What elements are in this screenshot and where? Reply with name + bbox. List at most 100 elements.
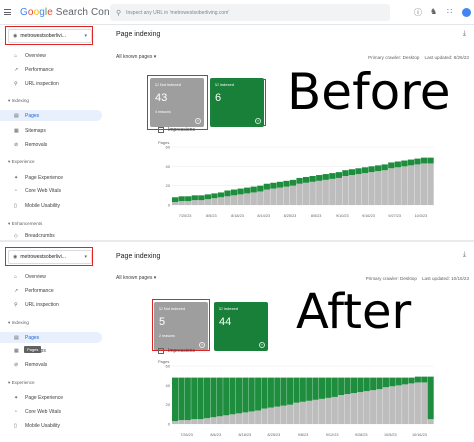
nav-pages[interactable]: ▤ Pages: [0, 110, 102, 121]
nav-label: URL inspection: [25, 301, 59, 308]
bar-segment: [263, 183, 270, 190]
nav-label: Overview: [25, 52, 46, 59]
nav-overview[interactable]: ⌂ Overview: [0, 271, 102, 282]
nav-label: URL inspection: [25, 80, 59, 87]
nav-page-experience[interactable]: ✦ Page Experience: [0, 392, 102, 403]
home-icon: ⌂: [14, 273, 18, 280]
y-tick-label: 60: [166, 364, 171, 369]
section-header[interactable]: ▾ Indexing: [8, 98, 29, 104]
bar-segment: [408, 383, 415, 424]
bar-segment: [370, 377, 377, 391]
highlight-box: [152, 299, 210, 351]
nav-pages[interactable]: ▤ Pages: [0, 332, 102, 343]
section-title: Enhancements: [11, 221, 43, 226]
x-tick-label: 9/10/23: [336, 214, 349, 218]
section-title: Indexing: [11, 98, 29, 103]
apps-grid-icon[interactable]: ∷: [447, 7, 452, 16]
search-placeholder: Inspect any URL in 'metrowestsoberliving…: [126, 9, 230, 16]
section-header[interactable]: ▾ Experience: [8, 159, 35, 165]
nav-mobile-usability[interactable]: ▯ Mobile Usability: [0, 420, 102, 431]
bar-segment: [255, 410, 262, 424]
nav-label: Pages: [25, 334, 40, 341]
bar-segment: [280, 377, 287, 406]
section-header[interactable]: ▾ Experience: [8, 380, 35, 386]
card-label: ☑ Indexed: [219, 306, 238, 311]
impressions-toggle[interactable]: Impressions: [158, 127, 195, 133]
breadcrumb-icon: ◇: [14, 232, 18, 239]
bar-segment: [421, 376, 428, 383]
bar-segment: [178, 377, 185, 421]
overlay-label: After: [296, 284, 412, 340]
bar-segment: [414, 382, 421, 424]
nav-label: Overview: [25, 273, 46, 280]
bar-segment: [350, 377, 358, 394]
bar-segment: [414, 164, 421, 205]
bar-segment: [178, 201, 185, 205]
x-tick-label: 9/16/23: [362, 214, 375, 218]
avatar[interactable]: [462, 8, 471, 17]
nav-removals[interactable]: ⊘ Removals: [0, 359, 102, 370]
bar-segment: [237, 194, 244, 205]
bar-segment: [184, 420, 191, 424]
bar-segment: [257, 191, 264, 205]
impressions-toggle[interactable]: Impressions: [158, 348, 195, 354]
nav-removals[interactable]: ⊘ Removals: [0, 139, 102, 150]
bar-segment: [283, 180, 290, 187]
bar-segment: [421, 382, 428, 424]
crawler-text: Primary crawler: Desktop: [365, 276, 417, 281]
nav-core-web-vitals[interactable]: ◔ Core Web Vitals: [0, 406, 102, 417]
nav-mobile-usability[interactable]: ▯ Mobile Usability: [0, 200, 102, 211]
section-header[interactable]: ▾ Indexing: [8, 320, 29, 326]
card-value: 44: [219, 316, 232, 328]
checkbox[interactable]: [158, 348, 164, 354]
nav-url-inspection[interactable]: ⚲ URL inspection: [0, 299, 102, 310]
nav-sitemaps[interactable]: ▦Sitemaps: [0, 345, 102, 356]
users-icon[interactable]: ♞: [430, 7, 437, 16]
gauge-icon: ◔: [14, 187, 18, 194]
nav-sitemaps[interactable]: ▦Sitemaps: [0, 125, 102, 136]
x-tick-label: 8/5/23: [311, 214, 322, 218]
screenshot-root: { "app": { "logo_parts": ["G","o","o","g…: [0, 0, 474, 442]
pages-icon: ▤: [14, 334, 19, 341]
menu-icon[interactable]: [4, 9, 11, 15]
filter-dropdown[interactable]: All known pages ▾: [116, 275, 156, 281]
bar-segment: [329, 173, 336, 179]
bar-segment: [420, 163, 428, 205]
indexed-card[interactable]: ☑ Indexed 44 ?: [214, 302, 268, 351]
logo-letter: G: [20, 6, 28, 18]
bar-segment: [322, 174, 329, 180]
bar-segment: [255, 377, 262, 411]
bar-segment: [309, 176, 316, 182]
nav-core-web-vitals[interactable]: ◔ Core Web Vitals: [0, 185, 102, 196]
home-icon: ⌂: [14, 52, 18, 59]
nav-performance[interactable]: ↗ Performance: [0, 64, 102, 75]
help-icon[interactable]: ⓘ: [414, 7, 422, 18]
bar-segment: [395, 385, 402, 424]
sidebar: ◉ metrowestsoberlivi... ▾ ⌂ Overview ↗ Per…: [0, 242, 103, 442]
highlight-box: [147, 75, 208, 130]
sitemap-icon: ▦: [14, 127, 19, 134]
checkbox[interactable]: [158, 127, 164, 133]
help-icon[interactable]: ?: [259, 342, 265, 348]
bar-segment: [335, 177, 342, 205]
bar-segment: [230, 195, 238, 205]
download-icon[interactable]: ⤓: [463, 30, 466, 38]
y-tick-label: 60: [166, 145, 171, 150]
bar-segment: [318, 377, 326, 399]
bar-segment: [250, 192, 257, 205]
bar-segment: [217, 192, 225, 198]
nav-url-inspection[interactable]: ⚲ URL inspection: [0, 78, 102, 89]
nav-overview[interactable]: ⌂ Overview: [0, 50, 102, 61]
url-inspect-search[interactable]: ⚲ Inspect any URL in 'metrowestsoberlivi…: [110, 4, 390, 21]
bar-segment: [237, 188, 244, 195]
download-icon[interactable]: ⤓: [463, 251, 466, 259]
nav-page-experience[interactable]: ✦ Page Experience: [0, 172, 102, 183]
filter-dropdown[interactable]: All known pages ▾: [116, 54, 156, 60]
bar-segment: [394, 167, 401, 205]
nav-breadcrumbs[interactable]: ◇ Breadcrumbs: [0, 231, 102, 240]
bar-segment: [211, 193, 218, 199]
bar-segment: [270, 182, 277, 189]
nav-label: Performance: [25, 66, 54, 73]
nav-performance[interactable]: ↗ Performance: [0, 285, 102, 296]
section-header[interactable]: ▾ Enhancements: [8, 221, 42, 227]
